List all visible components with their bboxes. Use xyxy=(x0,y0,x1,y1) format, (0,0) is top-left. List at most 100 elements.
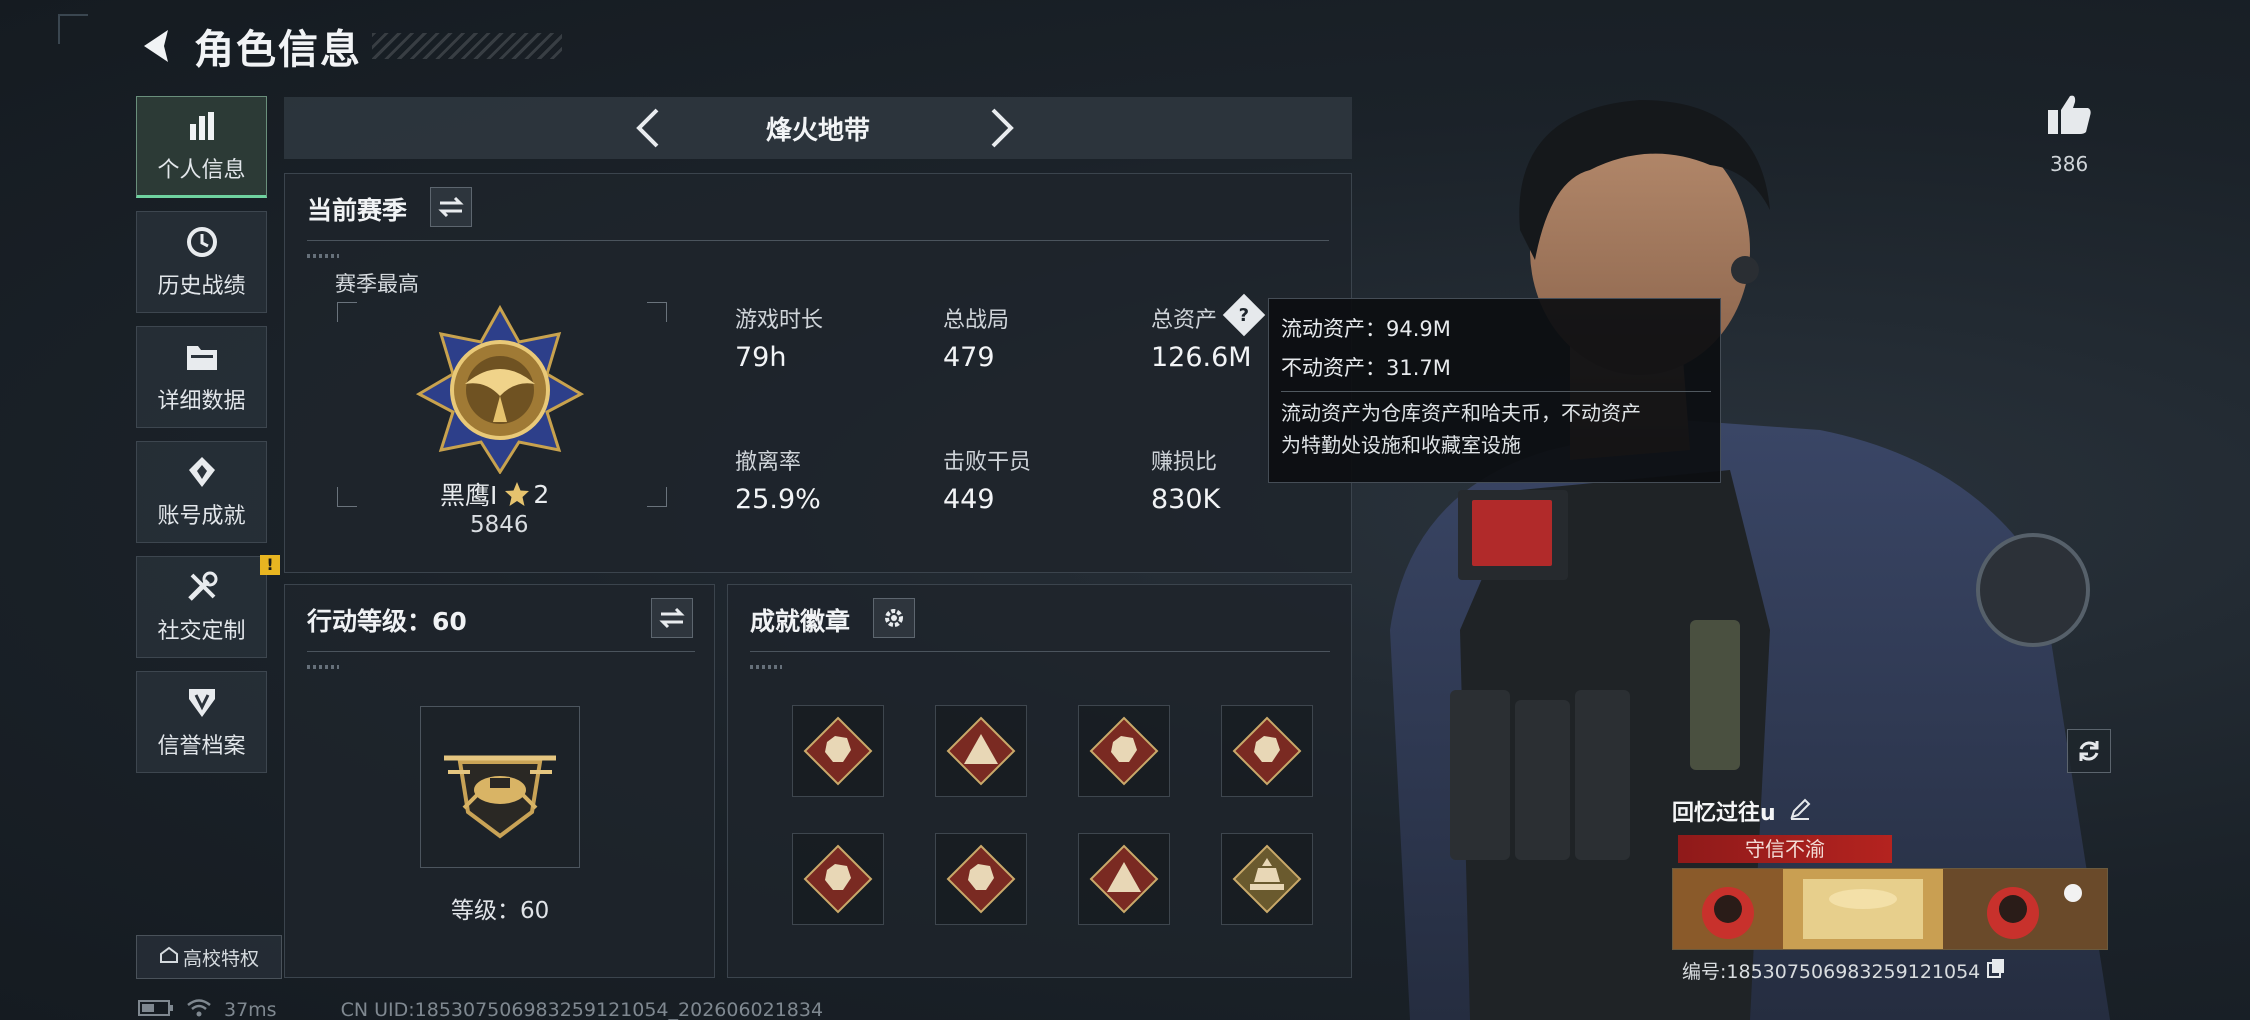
mode-switch-bar: 烽火地带 xyxy=(284,97,1352,159)
history-icon xyxy=(184,224,220,260)
dots-decoration xyxy=(307,254,339,258)
achievement-badge[interactable] xyxy=(1078,833,1170,925)
campus-privilege-label: 高校特权 xyxy=(182,947,259,970)
rotate-icon xyxy=(2079,741,2099,761)
notification-badge: ! xyxy=(260,555,280,575)
uid-text: CN UID:185307506983259121054_20260602183… xyxy=(340,999,824,1020)
player-banner-image xyxy=(1672,868,2108,950)
stat-kills-label: 击败干员 xyxy=(943,450,1032,475)
page-header: 角色信息 xyxy=(136,18,562,74)
temple-badge-icon xyxy=(1232,844,1302,914)
stat-playtime-value: 79h xyxy=(735,342,787,373)
tooltip-desc-line1: 流动资产为仓库资产和哈夫币，不动资产 xyxy=(1281,401,1641,425)
achievement-badge[interactable] xyxy=(792,833,884,925)
sidebar-item-label: 个人信息 xyxy=(157,158,246,183)
bar-chart-icon xyxy=(184,108,220,144)
like-count: 386 xyxy=(2050,152,2089,176)
chevron-left-icon[interactable] xyxy=(626,106,670,150)
player-title-tag: 守信不渝 xyxy=(1678,835,1892,863)
ping-text: 37ms xyxy=(224,999,277,1020)
achievement-icon xyxy=(184,454,220,490)
sidebar-item-history[interactable]: 历史战绩 xyxy=(136,211,267,313)
pyramid-badge-icon xyxy=(946,716,1016,786)
wifi-icon xyxy=(186,998,212,1020)
rank-title: 黑鹰I 2 xyxy=(440,476,549,512)
level-switch-button[interactable] xyxy=(651,598,693,638)
back-arrow-icon[interactable] xyxy=(136,24,180,68)
mode-title: 烽火地带 xyxy=(765,115,870,146)
wolf-badge-icon xyxy=(803,716,873,786)
eye-pyramid-badge-icon xyxy=(1089,844,1159,914)
achievement-badge[interactable] xyxy=(1221,833,1313,925)
achievement-badge[interactable] xyxy=(1221,705,1313,797)
shield-icon xyxy=(184,684,220,720)
corner-decoration xyxy=(58,14,88,44)
sidebar-item-account-achievement[interactable]: 账号成就 xyxy=(136,441,267,543)
achievement-badge[interactable] xyxy=(935,705,1027,797)
swap-icon xyxy=(438,196,464,218)
stat-assets-label: 总资产 xyxy=(1151,308,1218,333)
campus-icon xyxy=(159,946,179,969)
player-name: 回忆过往u xyxy=(1672,801,1776,826)
player-serial-row: 编号:185307506983259121054 xyxy=(1682,957,2006,984)
rank-stars: 2 xyxy=(533,479,550,509)
divider xyxy=(750,651,1330,652)
badge-settings-button[interactable] xyxy=(873,598,915,638)
dots-decoration xyxy=(307,665,339,669)
thumbs-up-icon[interactable] xyxy=(2046,92,2092,140)
campus-privilege-button[interactable]: 高校特权 xyxy=(136,935,282,979)
battery-icon xyxy=(138,999,174,1020)
wolf-badge-icon xyxy=(946,844,1016,914)
badges-panel-title: 成就徽章 xyxy=(750,607,851,636)
sidebar: 个人信息 历史战绩 详细数据 账号成就 ! 社交定制 信誉档案 xyxy=(136,96,280,786)
stat-assets-value: 126.6M xyxy=(1151,342,1252,373)
dragon-badge-icon xyxy=(803,844,873,914)
tooltip-liquid-assets: 流动资产：94.9M xyxy=(1281,317,1451,341)
divider xyxy=(1281,391,1711,392)
sidebar-item-label: 信誉档案 xyxy=(157,734,246,759)
gear-icon xyxy=(885,609,903,627)
folder-icon xyxy=(184,339,220,375)
achievement-badge[interactable] xyxy=(935,833,1027,925)
sidebar-item-personal-info[interactable]: 个人信息 xyxy=(136,96,267,198)
dots-decoration xyxy=(750,665,782,669)
runner-badge-icon xyxy=(1232,716,1302,786)
sidebar-item-label: 历史战绩 xyxy=(157,274,246,299)
player-serial: 编号:185307506983259121054 xyxy=(1682,961,1981,983)
current-season-panel: 当前赛季 赛季最高 黑鹰I 2 5846 游戏时长 79h 总战局 479 总资… xyxy=(284,173,1352,573)
chevron-right-icon[interactable] xyxy=(980,106,1024,150)
rotate-view-button[interactable] xyxy=(2067,729,2111,773)
stat-escape-rate-value: 25.9% xyxy=(735,484,821,515)
season-switch-button[interactable] xyxy=(430,187,472,227)
player-name-row: 回忆过往u xyxy=(1672,795,1812,827)
achievement-badges-panel: 成就徽章 xyxy=(727,584,1352,978)
sidebar-item-label: 详细数据 xyxy=(157,389,246,414)
stat-kills-value: 449 xyxy=(943,484,995,515)
tooltip-desc-line2: 为特勤处设施和收藏室设施 xyxy=(1281,433,1521,457)
help-icon[interactable]: ? xyxy=(1222,293,1266,337)
achievement-badge[interactable] xyxy=(1078,705,1170,797)
swap-icon xyxy=(659,607,685,629)
stat-playtime-label: 游戏时长 xyxy=(735,308,824,333)
status-bar: 37ms CN UID:185307506983259121054_202606… xyxy=(138,998,823,1020)
page-title: 角色信息 xyxy=(194,27,362,73)
season-panel-title: 当前赛季 xyxy=(307,196,408,225)
sidebar-item-detailed-data[interactable]: 详细数据 xyxy=(136,326,267,428)
sidebar-item-social-custom[interactable]: ! 社交定制 xyxy=(136,555,280,658)
stat-profit-ratio-value: 830K xyxy=(1151,484,1221,515)
sidebar-item-label: 账号成就 xyxy=(157,504,246,529)
copy-icon[interactable] xyxy=(1986,957,2006,984)
achievement-badge[interactable] xyxy=(792,705,884,797)
divider xyxy=(307,651,695,652)
edit-pencil-icon[interactable] xyxy=(1788,797,1812,825)
action-level-title: 行动等级：60 xyxy=(307,607,467,636)
sidebar-item-credit-record[interactable]: 信誉档案 xyxy=(136,671,267,773)
action-level-panel: 行动等级：60 等级：60 xyxy=(284,584,715,978)
rank-emblem-icon xyxy=(415,304,585,478)
tools-icon xyxy=(184,569,220,605)
helicopter-level-emblem-icon xyxy=(420,706,580,868)
divider xyxy=(307,240,1329,241)
dragon-badge-icon xyxy=(1089,716,1159,786)
star-icon xyxy=(505,482,530,506)
stat-escape-rate-label: 撤离率 xyxy=(735,450,802,475)
